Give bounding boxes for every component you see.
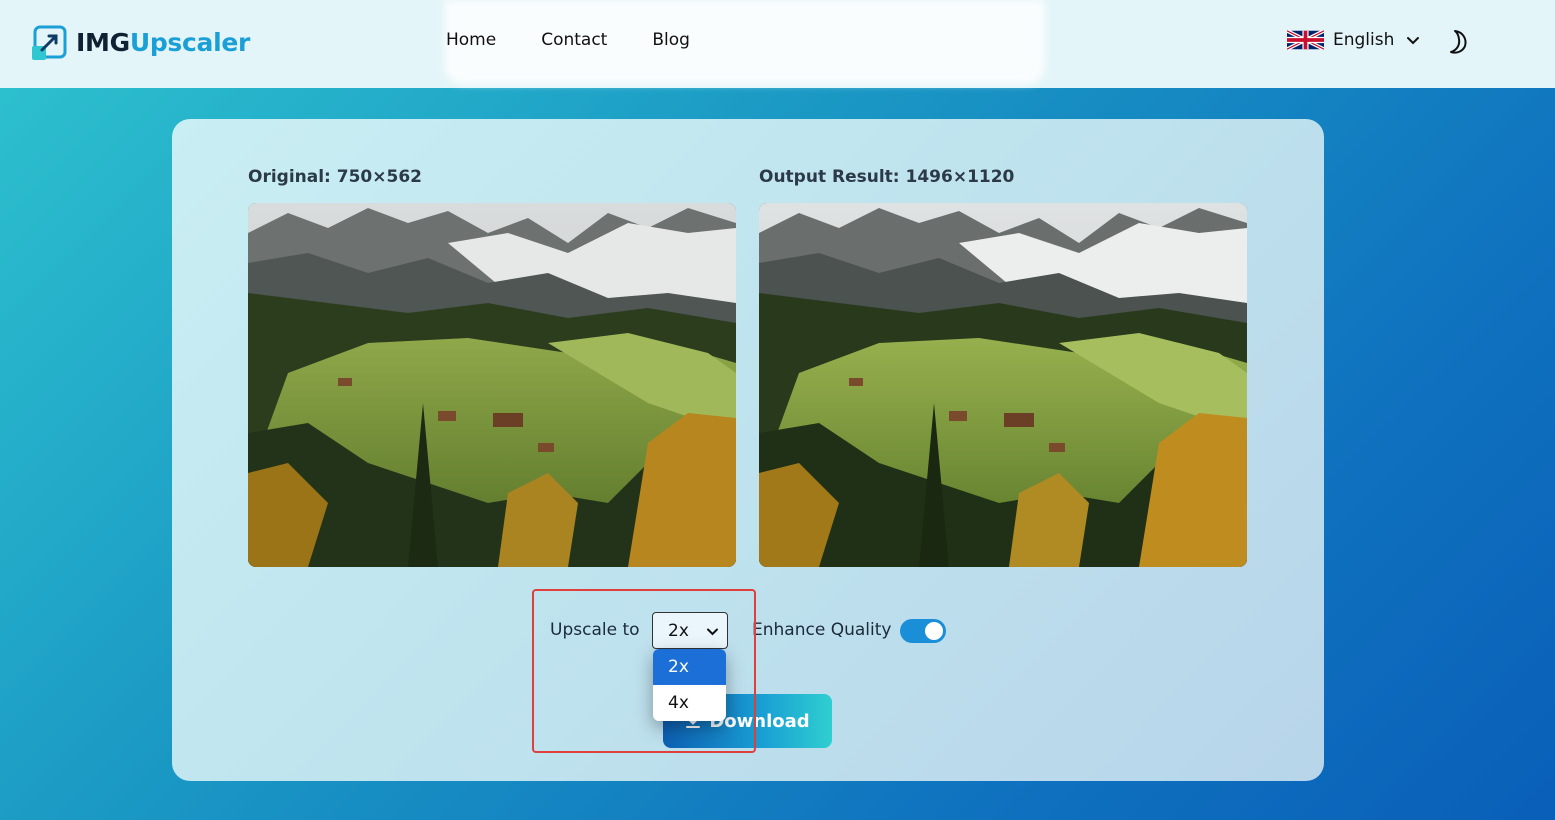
original-size-label: Original: 750×562 — [248, 167, 422, 187]
upscale-to-label: Upscale to — [550, 620, 640, 640]
main-nav: Home Contact Blog — [446, 30, 690, 50]
nav-home-link[interactable]: Home — [446, 30, 496, 50]
site-header: IMGUpscaler Home Contact Blog English — [0, 0, 1555, 88]
original-image — [248, 203, 736, 567]
upscale-factor-value: 2x — [668, 620, 689, 641]
logo-text-img: IMG — [76, 27, 130, 57]
dropdown-option-4x[interactable]: 4x — [653, 685, 726, 721]
language-selector[interactable]: English — [1287, 30, 1420, 50]
chevron-down-icon — [707, 628, 718, 636]
nav-blog-link[interactable]: Blog — [652, 30, 690, 50]
upscale-logo-icon — [32, 24, 68, 60]
uk-flag-icon — [1287, 30, 1324, 50]
moon-icon[interactable] — [1446, 29, 1470, 55]
enhance-quality-label: Enhance Quality — [752, 620, 892, 640]
toggle-knob — [925, 622, 943, 640]
upscale-factor-dropdown: 2x 4x — [653, 649, 726, 721]
upscale-factor-select[interactable]: 2x — [652, 612, 728, 649]
output-image — [759, 203, 1247, 567]
logo-text-upscaler: Upscaler — [129, 27, 251, 57]
nav-contact-link[interactable]: Contact — [541, 30, 607, 50]
enhance-quality-toggle[interactable] — [900, 619, 946, 643]
logo[interactable]: IMGUpscaler — [32, 24, 250, 60]
output-size-label: Output Result: 1496×1120 — [759, 167, 1015, 187]
chevron-down-icon — [1407, 37, 1420, 45]
language-label: English — [1333, 30, 1395, 50]
dropdown-option-2x[interactable]: 2x — [653, 649, 726, 685]
